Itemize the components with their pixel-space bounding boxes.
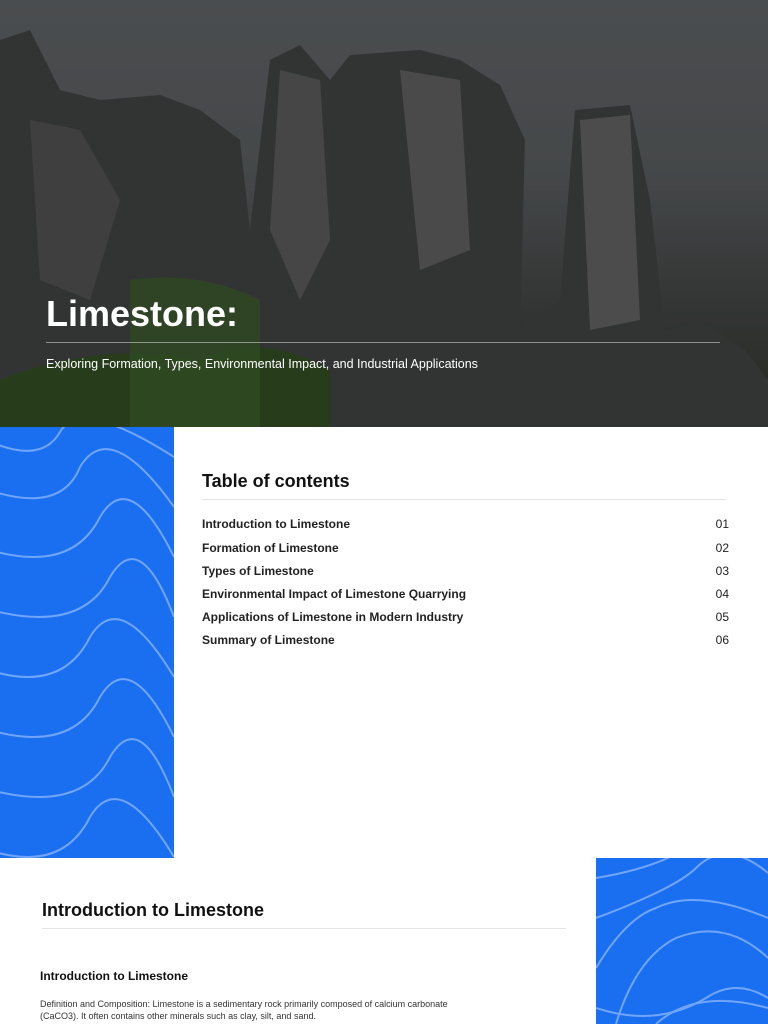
- toc-item-number: 03: [715, 564, 729, 578]
- toc-item[interactable]: Types of Limestone 03: [202, 564, 729, 578]
- toc-item-label: Types of Limestone: [202, 564, 314, 578]
- toc-item-number: 06: [715, 633, 729, 647]
- wave-pattern-panel: [596, 858, 768, 1024]
- toc-item-label: Summary of Limestone: [202, 633, 335, 647]
- hero-title: Limestone:: [46, 293, 239, 334]
- toc-item-number: 05: [715, 610, 729, 624]
- toc-item-label: Introduction to Limestone: [202, 517, 350, 531]
- toc-item[interactable]: Formation of Limestone 02: [202, 541, 729, 555]
- toc-item-number: 04: [715, 587, 729, 601]
- toc-item-label: Formation of Limestone: [202, 541, 339, 555]
- toc-item[interactable]: Summary of Limestone 06: [202, 633, 729, 647]
- divider: [46, 342, 720, 343]
- toc-item-number: 02: [715, 541, 729, 555]
- hero-subtitle: Exploring Formation, Types, Environmenta…: [46, 357, 478, 371]
- toc-title: Table of contents: [202, 471, 350, 491]
- divider: [42, 928, 566, 929]
- toc-item[interactable]: Applications of Limestone in Modern Indu…: [202, 610, 729, 624]
- section-title: Introduction to Limestone: [42, 900, 264, 920]
- toc-item[interactable]: Environmental Impact of Limestone Quarry…: [202, 587, 729, 601]
- toc-item-label: Environmental Impact of Limestone Quarry…: [202, 587, 467, 601]
- divider: [202, 499, 726, 500]
- toc-item-number: 01: [715, 517, 729, 531]
- hero-image: Limestone: Exploring Formation, Types, E…: [0, 0, 768, 427]
- section-subtitle: Introduction to Limestone: [40, 969, 188, 983]
- wave-pattern-panel: [0, 427, 174, 858]
- section-paragraph: Definition and Composition: Limestone is…: [40, 999, 448, 1021]
- toc-item-label: Applications of Limestone in Modern Indu…: [202, 610, 464, 624]
- toc-item[interactable]: Introduction to Limestone 01: [202, 517, 729, 531]
